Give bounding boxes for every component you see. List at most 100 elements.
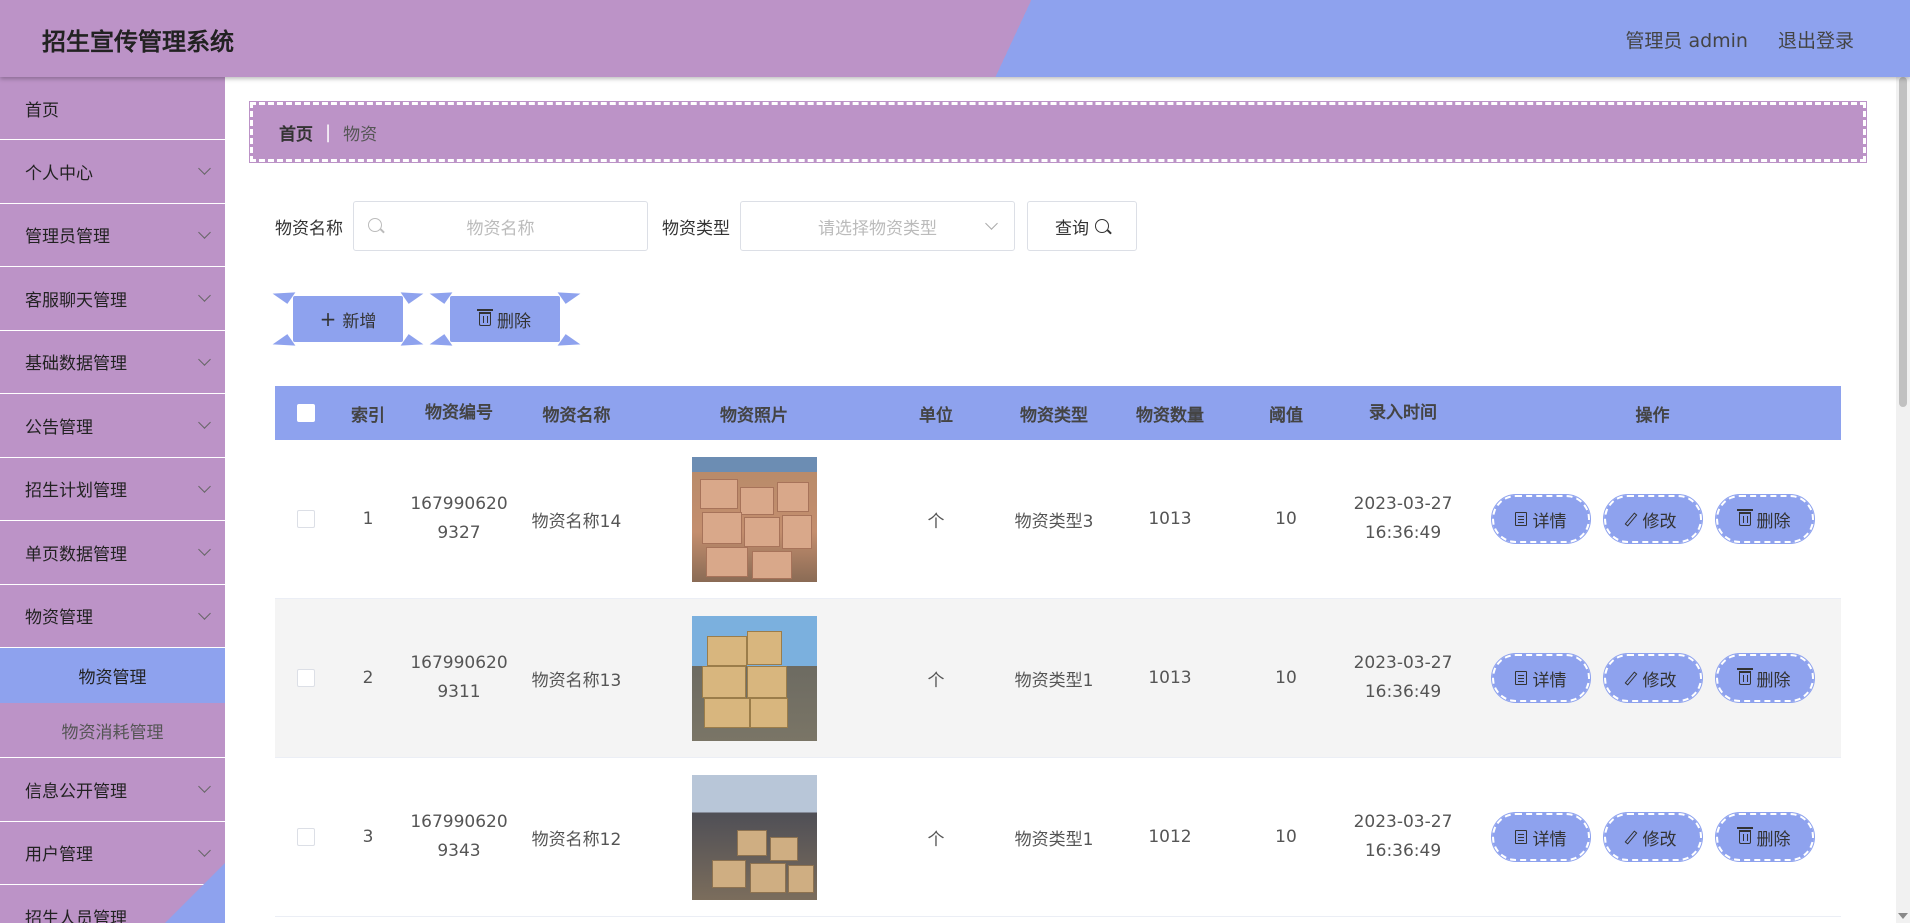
- cell-code-line: 167990620: [410, 812, 508, 832]
- supply-name-placeholder: 物资名称: [466, 218, 535, 239]
- scrollbar-thumb[interactable]: [1899, 77, 1907, 407]
- delete-button-label: 删除: [1756, 670, 1791, 691]
- row-checkbox[interactable]: [297, 510, 315, 528]
- cell-index: 1: [362, 509, 374, 529]
- sidebar-item-admin-management[interactable]: 管理员管理: [0, 204, 225, 267]
- supply-photo[interactable]: [691, 774, 817, 900]
- cell-code: 167990620 9311: [399, 649, 519, 707]
- cell-unit: 个: [927, 511, 945, 532]
- cell-type: 物资类型1: [1014, 670, 1094, 691]
- photo-detail: [749, 697, 788, 728]
- trash-icon: [1736, 827, 1753, 844]
- add-button[interactable]: + 新增: [272, 282, 424, 356]
- cell-entry-date: 2023-03-27: [1353, 653, 1453, 673]
- chevron-down-icon: [198, 606, 211, 620]
- sidebar-item-label: 公告管理: [25, 417, 93, 438]
- chevron-down-icon: [198, 843, 211, 857]
- scroll-down-arrow-icon[interactable]: [1898, 913, 1908, 919]
- sidebar-item-info-disclosure[interactable]: 信息公开管理: [0, 758, 225, 822]
- query-button-label: 查询: [1055, 218, 1089, 239]
- row-checkbox-cell: [275, 510, 337, 528]
- supply-type-placeholder: 请选择物资类型: [818, 218, 937, 239]
- delete-button[interactable]: 删除: [1714, 494, 1815, 544]
- chevron-down-icon: [198, 352, 211, 366]
- decorative-corner: [429, 334, 453, 356]
- supply-photo[interactable]: [691, 615, 817, 741]
- delete-button[interactable]: 删除: [1714, 812, 1815, 862]
- cell-photo: [634, 615, 874, 741]
- detail-button[interactable]: 详情: [1490, 653, 1591, 703]
- cell-code: 167990620 9327: [399, 490, 519, 548]
- sidebar-item-base-data[interactable]: 基础数据管理: [0, 331, 225, 394]
- decorative-corner: [272, 334, 296, 356]
- cell-unit: 个: [927, 670, 945, 691]
- supply-type-label: 物资类型: [662, 218, 730, 239]
- chevron-down-icon: [198, 162, 211, 176]
- edit-button[interactable]: 修改: [1602, 653, 1703, 703]
- column-header-quantity: 物资数量: [1136, 405, 1204, 426]
- column-header-threshold: 阈值: [1269, 405, 1303, 426]
- cell-entry-time: 2023-03-27 16:36:49: [1342, 808, 1464, 866]
- cell-code-line: 167990620: [410, 494, 508, 514]
- sidebar-item-personal-center[interactable]: 个人中心: [0, 140, 225, 204]
- sidebar-item-notice[interactable]: 公告管理: [0, 394, 225, 458]
- breadcrumb-home-link[interactable]: 首页: [279, 120, 313, 145]
- submenu-item-supply-consumption[interactable]: 物资消耗管理: [0, 703, 225, 758]
- photo-detail: [701, 665, 746, 698]
- supply-name-input[interactable]: 物资名称: [353, 201, 648, 251]
- app-title: 招生宣传管理系统: [42, 28, 234, 56]
- row-checkbox[interactable]: [297, 669, 315, 687]
- cell-type: 物资类型3: [1014, 511, 1094, 532]
- supply-photo[interactable]: [691, 456, 817, 582]
- cell-code-line: 167990620: [410, 653, 508, 673]
- table-row: 1 167990620 9327 物资名称14 个 物资类型3 1013 10 …: [275, 440, 1841, 599]
- sidebar-item-home[interactable]: 首页: [0, 77, 225, 140]
- batch-delete-button[interactable]: 删除: [429, 282, 581, 356]
- submenu-item-supplies-active[interactable]: 物资管理: [0, 648, 225, 703]
- cell-entry-clock: 16:36:49: [1364, 523, 1442, 543]
- sidebar-item-label: 招生人员管理: [25, 908, 127, 923]
- breadcrumb-current: 物资: [343, 124, 378, 145]
- top-header: 招生宣传管理系统 管理员 admin 退出登录: [0, 0, 1910, 77]
- delete-button[interactable]: 删除: [1714, 653, 1815, 703]
- decorative-corner: [400, 282, 424, 304]
- chevron-down-icon: [198, 479, 211, 493]
- supply-type-select[interactable]: 请选择物资类型: [740, 201, 1015, 251]
- sidebar-item-chat-management[interactable]: 客服聊天管理: [0, 267, 225, 331]
- photo-detail: [739, 486, 774, 515]
- row-checkbox-cell: [275, 828, 337, 846]
- photo-detail: [746, 630, 782, 665]
- cell-entry-date: 2023-03-27: [1353, 812, 1453, 832]
- cell-actions: 详情 修改 删除: [1464, 812, 1841, 862]
- sidebar-item-users[interactable]: 用户管理: [0, 822, 225, 885]
- detail-button[interactable]: 详情: [1490, 494, 1591, 544]
- decorative-corner: [400, 334, 424, 356]
- chevron-down-icon: [198, 907, 211, 921]
- sidebar-item-enrollment-plan[interactable]: 招生计划管理: [0, 458, 225, 521]
- photo-detail: [703, 697, 750, 728]
- edit-button[interactable]: 修改: [1602, 812, 1703, 862]
- supplies-table: 索引 物资编号 物资名称 物资照片 单位 物资类型 物资数量 阈值 录入时间 操…: [275, 386, 1841, 917]
- header-checkbox-cell: [275, 404, 337, 422]
- sidebar-item-single-page[interactable]: 单页数据管理: [0, 521, 225, 585]
- row-checkbox[interactable]: [297, 828, 315, 846]
- detail-button-label: 详情: [1532, 670, 1567, 691]
- current-user-label[interactable]: 管理员 admin: [1625, 26, 1748, 53]
- edit-button-label: 修改: [1642, 511, 1677, 532]
- query-button[interactable]: 查询: [1027, 201, 1137, 251]
- sidebar-item-recruiters[interactable]: 招生人员管理: [0, 885, 225, 923]
- logout-link[interactable]: 退出登录: [1778, 26, 1854, 53]
- add-button-label: 新增: [342, 311, 377, 332]
- edit-button[interactable]: 修改: [1602, 494, 1703, 544]
- select-all-checkbox[interactable]: [297, 404, 315, 422]
- pen-icon: [1624, 670, 1637, 686]
- sidebar-item-supplies[interactable]: 物资管理: [0, 585, 225, 648]
- photo-detail: [743, 516, 780, 547]
- cell-photo: [634, 774, 874, 900]
- detail-button[interactable]: 详情: [1490, 812, 1591, 862]
- column-header-index: 索引: [351, 405, 385, 426]
- photo-detail: [751, 550, 792, 579]
- column-header-actions: 操作: [1635, 405, 1670, 426]
- trash-icon: [1736, 668, 1753, 685]
- page-scrollbar[interactable]: [1896, 77, 1910, 923]
